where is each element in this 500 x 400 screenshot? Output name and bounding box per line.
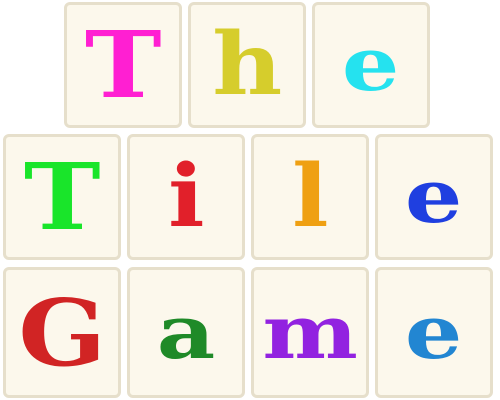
tile-letter: G bbox=[17, 278, 106, 387]
tile-letter: e bbox=[405, 154, 463, 240]
letter-tile[interactable]: G bbox=[3, 267, 121, 398]
letter-tile[interactable]: l bbox=[251, 134, 369, 260]
letter-tile[interactable]: h bbox=[188, 2, 306, 128]
tile-letter: m bbox=[262, 289, 358, 376]
tile-letter: a bbox=[156, 289, 216, 376]
letter-tile[interactable]: e bbox=[375, 134, 493, 260]
letter-tile[interactable]: T bbox=[64, 2, 182, 128]
tile-letter: e bbox=[342, 22, 400, 108]
letter-tile[interactable]: e bbox=[375, 267, 493, 398]
tile-letter: i bbox=[167, 146, 205, 247]
tile-letter: e bbox=[405, 289, 463, 376]
letter-tile[interactable]: m bbox=[251, 267, 369, 398]
letter-tile[interactable]: i bbox=[127, 134, 245, 260]
tile-letter: l bbox=[291, 146, 329, 247]
letter-tile[interactable]: e bbox=[312, 2, 430, 128]
tile-letter: T bbox=[23, 143, 101, 251]
letter-tile[interactable]: T bbox=[3, 134, 121, 260]
tile-letter: T bbox=[84, 11, 162, 119]
tile-letter: h bbox=[211, 14, 283, 115]
letter-tile[interactable]: a bbox=[127, 267, 245, 398]
